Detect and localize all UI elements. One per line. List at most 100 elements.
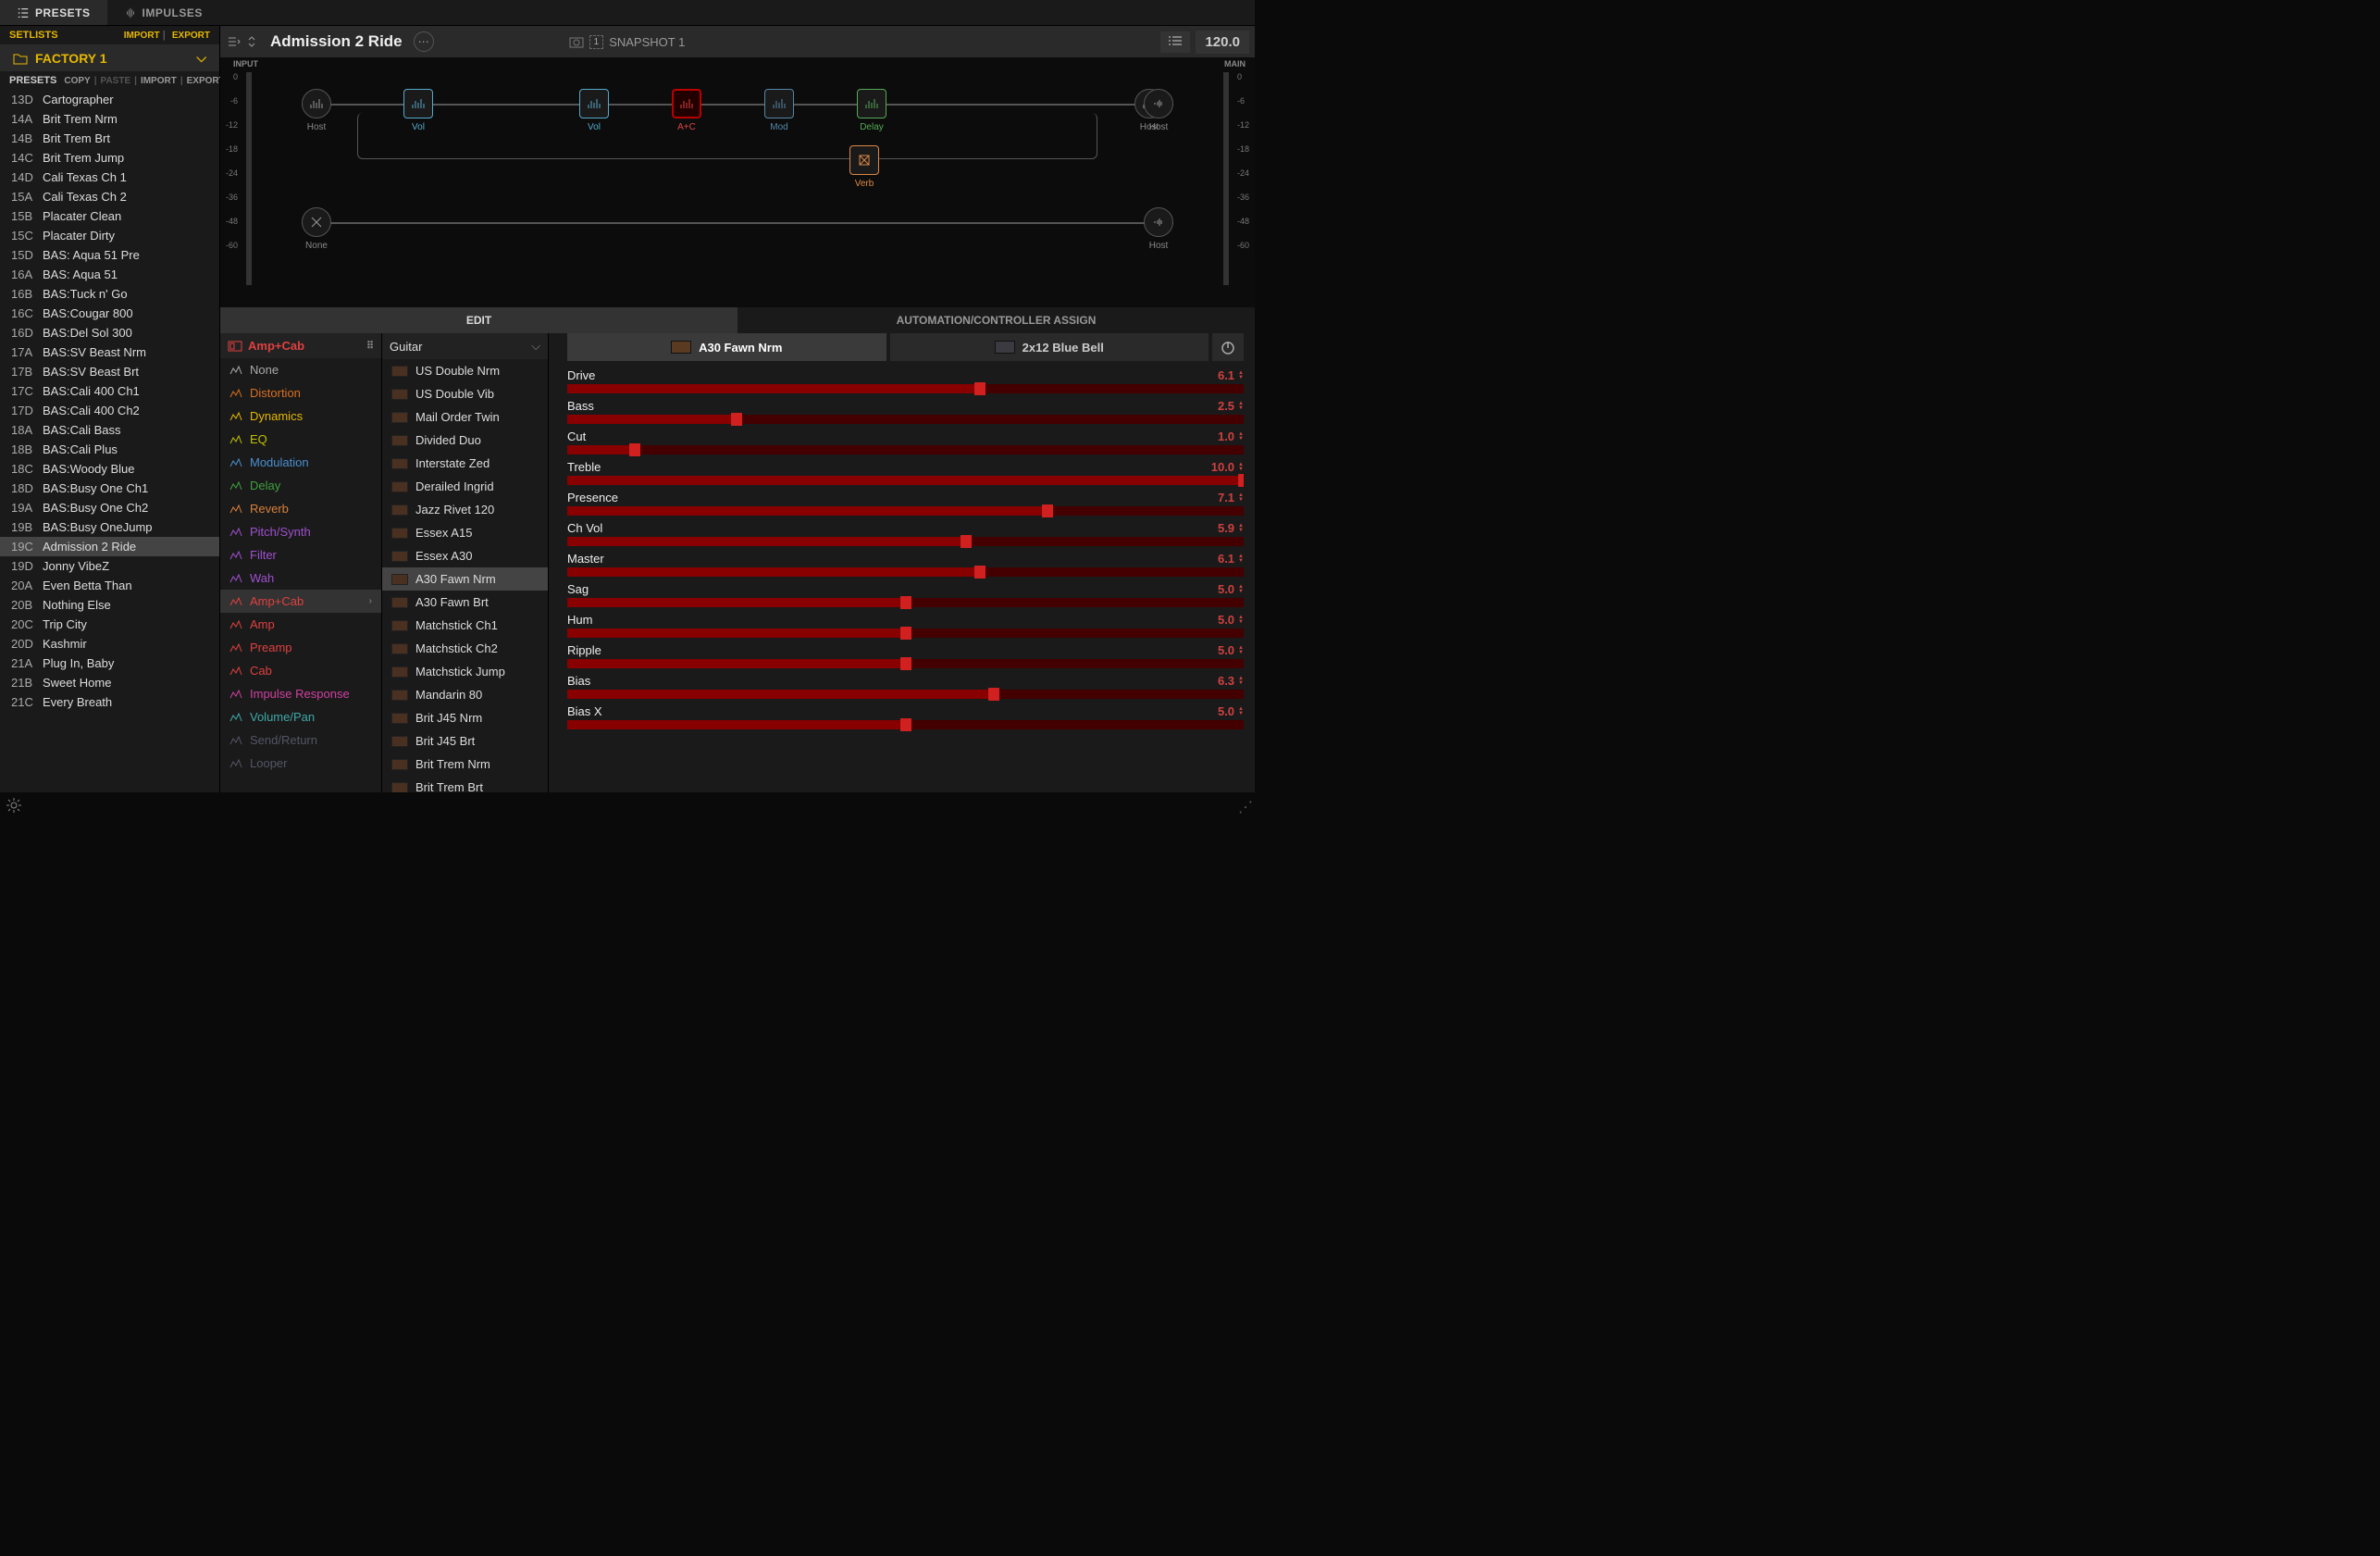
model-item[interactable]: Mandarin 80 (382, 683, 548, 706)
resize-grip[interactable]: ⋰ (1238, 798, 1253, 816)
category-wah[interactable]: Wah (220, 566, 381, 590)
model-item[interactable]: Essex A15 (382, 521, 548, 544)
param-tab-cab[interactable]: 2x12 Blue Bell (890, 333, 1209, 361)
category-preamp[interactable]: Preamp (220, 636, 381, 659)
spinner-icon[interactable]: ▲▼ (1238, 371, 1244, 380)
preset-row[interactable]: 20DKashmir (0, 634, 219, 654)
model-item[interactable]: A30 Fawn Nrm (382, 567, 548, 591)
category-none[interactable]: None (220, 358, 381, 381)
preset-row[interactable]: 16CBAS:Cougar 800 (0, 304, 219, 323)
preset-row[interactable]: 17CBAS:Cali 400 Ch1 (0, 381, 219, 401)
category-pitch-synth[interactable]: Pitch/Synth (220, 520, 381, 543)
setlist-export[interactable]: EXPORT (172, 31, 210, 41)
model-header[interactable]: Guitar ⌵ (382, 333, 548, 359)
param-slider[interactable] (567, 445, 1244, 454)
model-item[interactable]: A30 Fawn Brt (382, 591, 548, 614)
block-delay[interactable]: Delay (857, 89, 886, 132)
category-volume-pan[interactable]: Volume/Pan (220, 705, 381, 728)
category-eq[interactable]: EQ (220, 428, 381, 451)
preset-row[interactable]: 14DCali Texas Ch 1 (0, 168, 219, 187)
preset-row[interactable]: 15CPlacater Dirty (0, 226, 219, 245)
preset-export[interactable]: EXPORT (187, 76, 225, 86)
spinner-icon[interactable]: ▲▼ (1238, 554, 1244, 564)
category-cab[interactable]: Cab (220, 659, 381, 682)
category-dynamics[interactable]: Dynamics (220, 405, 381, 428)
preset-copy[interactable]: COPY (64, 76, 90, 86)
block-host[interactable]: Host (302, 89, 331, 132)
snapshot-selector[interactable]: 1 SNAPSHOT 1 (569, 35, 686, 49)
block-mod[interactable]: Mod (764, 89, 794, 132)
category-reverb[interactable]: Reverb (220, 497, 381, 520)
spinner-icon[interactable]: ▲▼ (1238, 707, 1244, 716)
param-tab-amp[interactable]: A30 Fawn Nrm (567, 333, 886, 361)
category-modulation[interactable]: Modulation (220, 451, 381, 474)
model-item[interactable]: Matchstick Ch1 (382, 614, 548, 637)
spinner-icon[interactable]: ▲▼ (1238, 524, 1244, 533)
setlist-import[interactable]: IMPORT (124, 31, 160, 41)
param-value[interactable]: 2.5▲▼ (1218, 399, 1244, 413)
param-value[interactable]: 5.0▲▼ (1218, 613, 1244, 627)
preset-row[interactable]: 20CTrip City (0, 615, 219, 634)
grid-toggle-icon[interactable]: ⠿ (366, 340, 374, 352)
category-looper[interactable]: Looper (220, 752, 381, 775)
category-delay[interactable]: Delay (220, 474, 381, 497)
category-filter[interactable]: Filter (220, 543, 381, 566)
category-send-return[interactable]: Send/Return (220, 728, 381, 752)
model-item[interactable]: Mail Order Twin (382, 405, 548, 429)
preset-row[interactable]: 15ACali Texas Ch 2 (0, 187, 219, 206)
model-item[interactable]: US Double Nrm (382, 359, 548, 382)
category-amp-cab[interactable]: Amp+Cab› (220, 590, 381, 613)
preset-row[interactable]: 19CAdmission 2 Ride (0, 537, 219, 556)
tab-impulses[interactable]: IMPULSES (107, 0, 219, 25)
spinner-icon[interactable]: ▲▼ (1238, 616, 1244, 625)
block-vol[interactable]: Vol (403, 89, 433, 132)
param-value[interactable]: 1.0▲▼ (1218, 429, 1244, 443)
category-impulse-response[interactable]: Impulse Response (220, 682, 381, 705)
spinner-icon[interactable]: ▲▼ (1238, 432, 1244, 442)
block-verb[interactable]: Verb (849, 145, 879, 189)
category-distortion[interactable]: Distortion (220, 381, 381, 405)
block-none[interactable]: None (302, 207, 331, 251)
preset-row[interactable]: 18CBAS:Woody Blue (0, 459, 219, 479)
preset-row[interactable]: 18ABAS:Cali Bass (0, 420, 219, 440)
param-value[interactable]: 6.1▲▼ (1218, 368, 1244, 382)
model-item[interactable]: Derailed Ingrid (382, 475, 548, 498)
param-slider[interactable] (567, 629, 1244, 638)
preset-row[interactable]: 19BBAS:Busy OneJump (0, 517, 219, 537)
block-a+c[interactable]: A+C (672, 89, 701, 132)
preset-row[interactable]: 18BBAS:Cali Plus (0, 440, 219, 459)
model-item[interactable]: Matchstick Jump (382, 660, 548, 683)
param-slider[interactable] (567, 690, 1244, 699)
param-slider[interactable] (567, 506, 1244, 516)
preset-row[interactable]: 14CBrit Trem Jump (0, 148, 219, 168)
preset-row[interactable]: 14ABrit Trem Nrm (0, 109, 219, 129)
param-slider[interactable] (567, 537, 1244, 546)
nav-updown-icon[interactable] (244, 34, 259, 49)
preset-row[interactable]: 18DBAS:Busy One Ch1 (0, 479, 219, 498)
model-item[interactable]: US Double Vib (382, 382, 548, 405)
param-value[interactable]: 5.0▲▼ (1218, 643, 1244, 657)
nav-toggle-icon[interactable] (226, 34, 241, 49)
spinner-icon[interactable]: ▲▼ (1238, 493, 1244, 503)
param-value[interactable]: 7.1▲▼ (1218, 491, 1244, 504)
param-slider[interactable] (567, 720, 1244, 729)
power-button[interactable] (1212, 333, 1244, 361)
block-host-out[interactable]: Host (1144, 89, 1173, 132)
preset-row[interactable]: 15DBAS: Aqua 51 Pre (0, 245, 219, 265)
view-list-button[interactable] (1160, 31, 1190, 53)
spinner-icon[interactable]: ▲▼ (1238, 463, 1244, 472)
preset-row[interactable]: 16DBAS:Del Sol 300 (0, 323, 219, 342)
param-slider[interactable] (567, 598, 1244, 607)
preset-row[interactable]: 21CEvery Breath (0, 692, 219, 712)
param-slider[interactable] (567, 384, 1244, 393)
preset-row[interactable]: 20BNothing Else (0, 595, 219, 615)
model-item[interactable]: Matchstick Ch2 (382, 637, 548, 660)
spinner-icon[interactable]: ▲▼ (1238, 585, 1244, 594)
tab-automation[interactable]: AUTOMATION/CONTROLLER ASSIGN (738, 307, 1255, 333)
category-amp[interactable]: Amp (220, 613, 381, 636)
model-item[interactable]: Essex A30 (382, 544, 548, 567)
model-item[interactable]: Jazz Rivet 120 (382, 498, 548, 521)
param-value[interactable]: 5.0▲▼ (1218, 582, 1244, 596)
settings-button[interactable] (6, 797, 22, 816)
model-item[interactable]: Brit J45 Nrm (382, 706, 548, 729)
